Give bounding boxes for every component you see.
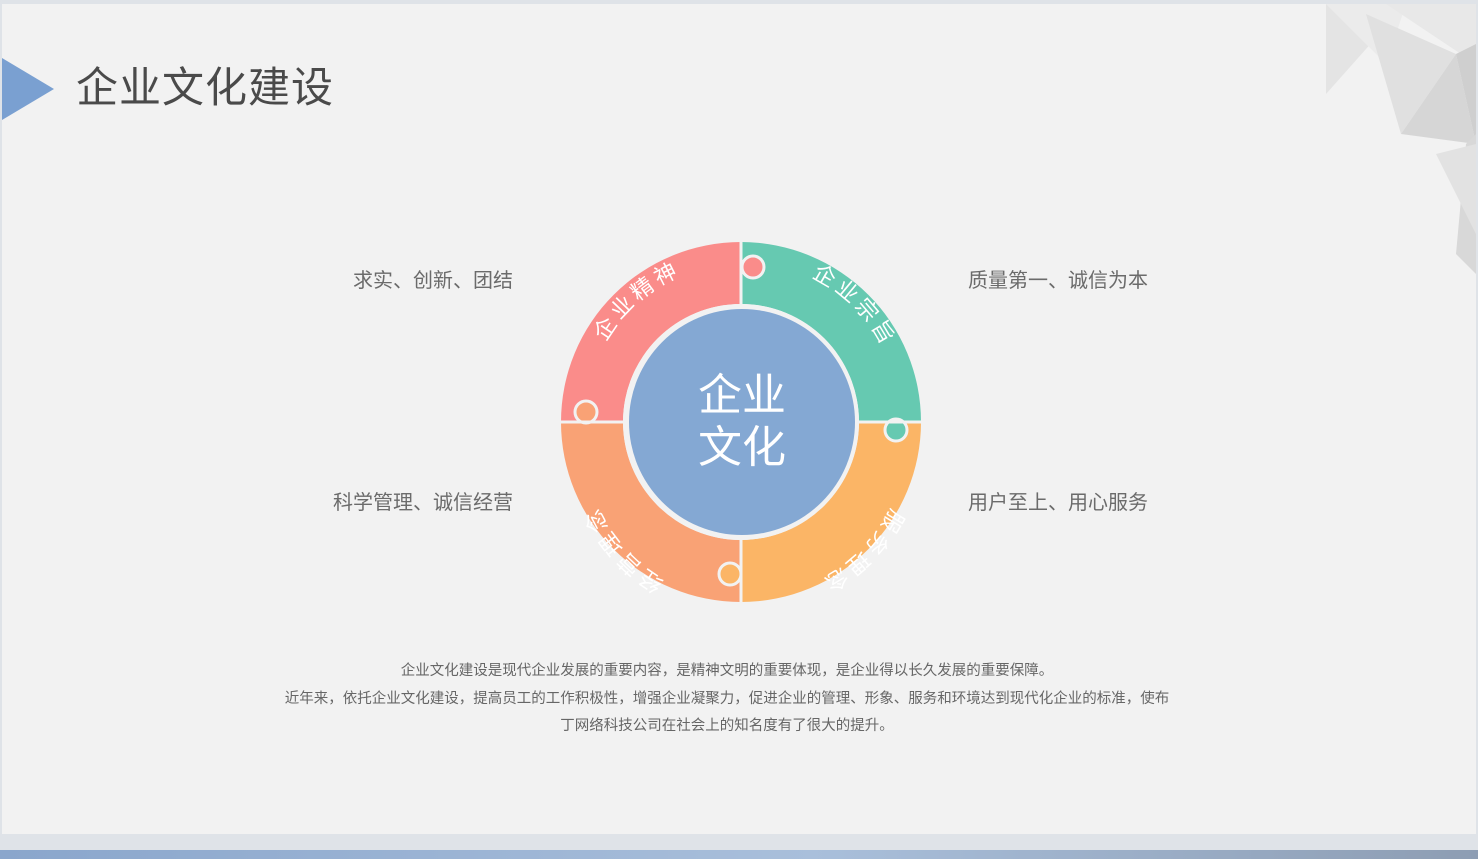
slide: 企业文化建设 求实、创新、团结 质量第一、诚信为本 用户至上、用心服务 科学管理… [2,4,1476,834]
description-line: 企业文化建设是现代企业发展的重要内容，是精神文明的重要体现，是企业得以长久发展的… [400,663,1054,679]
description-line: 近年来，依托企业文化建设，提高员工的工作积极性，增强企业凝聚力，促进企业的管理、… [284,690,1170,707]
side-label-service: 用户至上、用心服务 [968,490,1148,514]
center-title-line2: 文化 [698,422,786,473]
culture-wheel: 企业精神 企业宗旨 服务理念 经营理念 企业 文化 [560,238,926,604]
decorative-triangles [1326,4,1476,274]
side-label-management: 科学管理、诚信经营 [333,490,513,514]
description: 企业文化建设是现代企业发展的重要内容，是精神文明的重要体现，是企业得以长久发展的… [232,658,1222,741]
title-arrow-icon [2,58,54,120]
page-title: 企业文化建设 [76,63,335,112]
bottom-strip [0,850,1478,859]
side-label-purpose: 质量第一、诚信为本 [968,268,1148,292]
center-title-line1: 企业 [698,370,786,421]
side-label-spirit: 求实、创新、团结 [353,268,513,292]
description-line: 丁网络科技公司在社会上的知名度有了很大的提升。 [560,718,894,734]
